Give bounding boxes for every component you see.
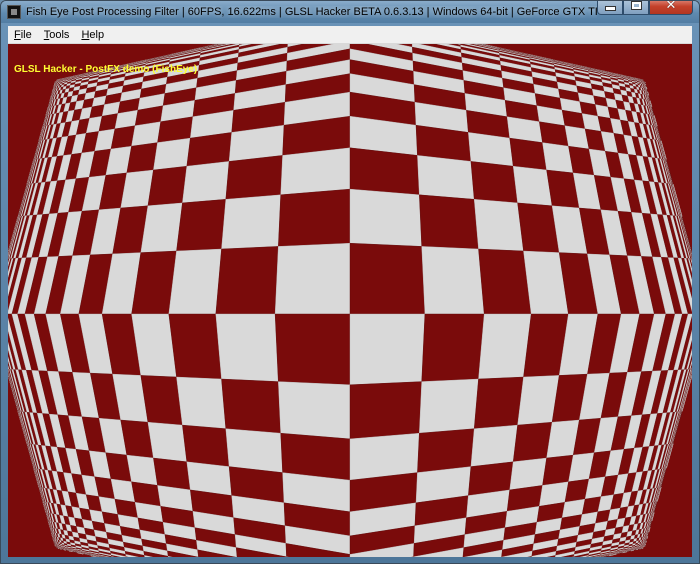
checker-tile-light [349,313,426,386]
checker-tile-light [421,246,485,315]
render-viewport[interactable]: GLSL Hacker - PostFX demo (FishEye) [8,44,692,557]
menu-help[interactable]: Help [75,29,110,41]
checker-tile-light [349,188,422,247]
checker-tile-light [278,381,351,440]
checker-tile-dark [274,313,351,386]
minimize-icon [604,6,616,11]
checker-tile-light [182,161,230,204]
close-button[interactable]: ✕ [649,0,693,15]
checker-tile-light [473,199,524,252]
menu-tools-label: ools [49,28,70,41]
window-title: Fish Eye Post Processing Filter | 60FPS,… [26,6,597,18]
checker-tile-light [478,313,532,380]
checker-tile-light [225,428,283,473]
checker-tile-light [153,137,191,171]
checker-tile-dark [176,199,227,252]
menu-tools[interactable]: Tools [38,29,76,41]
checker-tile-dark [349,147,420,196]
checker-tile-dark [182,424,230,467]
checker-tile-dark [512,421,553,463]
checker-tile-dark [421,313,485,382]
checker-tile-light [140,202,183,253]
checker-tile-dark [473,376,524,429]
checker-tile-light [509,457,547,491]
checker-tile-light [470,424,518,467]
checker-tile-light [419,378,479,434]
checker-tile-dark [509,137,547,171]
checker-tile-dark [417,428,475,473]
title-bar[interactable]: Fish Eye Post Processing Filter | 60FPS,… [1,1,699,23]
checker-tile-dark [140,375,183,426]
menu-help-label: elp [89,28,105,41]
checker-tile-dark [168,313,222,380]
menu-file-accel: F [14,28,21,41]
checker-tile-dark [126,142,158,174]
caption-buttons: ✕ [597,0,693,15]
checker-tile-light [147,421,188,463]
maximize-button[interactable] [623,1,649,15]
overlay-caption: GLSL Hacker - PostFX demo (FishEye) [14,64,198,75]
checker-tile-dark [349,242,426,315]
checker-tile-dark [153,457,191,491]
checker-tile-light [168,248,222,315]
close-icon: ✕ [665,0,677,13]
checker-tile-dark [419,194,479,250]
checker-tile-dark [278,188,351,247]
checker-tile-light [280,147,351,196]
checker-tile-dark [349,381,422,440]
checker-tile-light [349,432,420,481]
checker-tile-light [417,155,475,200]
maximize-icon [630,1,642,10]
checker-tile-light [126,454,158,486]
checker-tile-dark [478,248,532,315]
checker-tile-dark [147,165,188,207]
checker-tile-dark [225,155,283,200]
menu-bar: File Tools Help [8,26,692,44]
checker-tile-dark [215,246,279,315]
fisheye-checkerboard [8,44,692,557]
minimize-button[interactable] [597,1,623,15]
checker-tile-dark [280,432,351,481]
checker-tile-dark [470,161,518,204]
checker-tile-light [215,313,279,382]
checker-tile-light [468,132,514,167]
checker-tile-dark [186,132,232,167]
app-icon[interactable] [7,5,21,19]
checker-tile-light [274,242,351,315]
menu-file-label: ile [20,28,32,41]
app-window: Fish Eye Post Processing Filter | 60FPS,… [0,0,700,564]
client-area: File Tools Help GLSL Hacker - PostFX dem… [8,26,692,557]
checker-tile-light [176,376,227,429]
checker-tile-light [221,194,281,250]
checker-tile-dark [221,378,281,434]
menu-file[interactable]: File [8,29,38,41]
checker-tile-light [512,165,553,207]
